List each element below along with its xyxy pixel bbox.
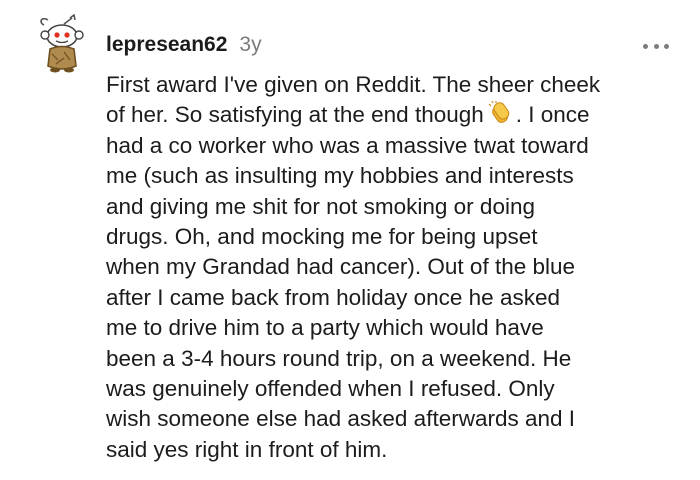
more-dot-icon [664, 43, 669, 49]
comment-line: had a co worker who was a massive twat t… [106, 132, 589, 158]
comment-line: after I came back from holiday once he a… [106, 284, 560, 310]
comment-line: me to drive him to a party which would h… [106, 315, 544, 341]
comment-card: lepresean62 3y First award I've given on… [0, 0, 700, 480]
comment-line-text: . I once [515, 102, 590, 128]
comment-line: drugs. Oh, and mocking me for being upse… [106, 223, 538, 249]
more-options-icon[interactable] [641, 38, 671, 54]
comment-line: me (such as insulting my hobbies and int… [106, 163, 574, 189]
comment-age: 3y [239, 33, 262, 56]
comment-line: and giving me shit for not smoking or do… [106, 193, 535, 219]
comment-line: been a 3-4 hours round trip, on a weeken… [106, 345, 572, 371]
more-dot-icon [653, 43, 659, 49]
comment-line: of her. So satisfying at the end though … [106, 100, 676, 130]
clapping-hands-icon [488, 100, 514, 126]
comment-line: said yes right in front of him. [106, 436, 388, 462]
comment-body: First award I've given on Reddit. The sh… [106, 70, 676, 465]
snoo-avatar-icon[interactable] [34, 13, 90, 74]
comment-line-text: of her. So satisfying at the end though [106, 102, 484, 128]
comment-header: lepresean62 3y [106, 32, 262, 58]
username-link[interactable]: lepresean62 [106, 33, 227, 57]
more-dot-icon [643, 43, 648, 49]
comment-line: wish someone else had asked afterwards a… [106, 406, 576, 432]
comment-line: was genuinely offended when I refused. O… [106, 375, 555, 401]
comment-line: when my Grandad had cancer). Out of the … [106, 254, 576, 280]
comment-line: First award I've given on Reddit. The sh… [106, 72, 601, 97]
